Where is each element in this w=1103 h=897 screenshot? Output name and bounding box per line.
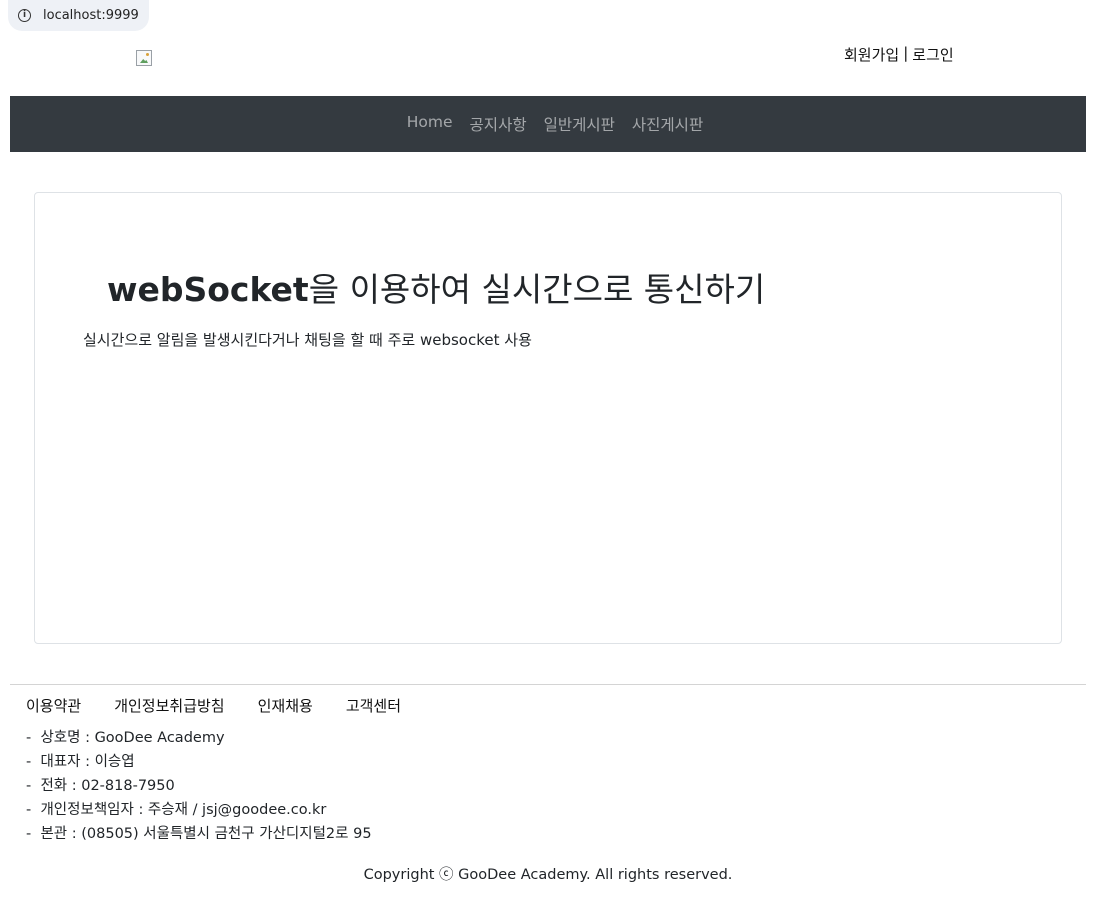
nav-photo-board[interactable]: 사진게시판 [623, 113, 711, 135]
main-navbar: Home 공지사항 일반게시판 사진게시판 [10, 96, 1086, 152]
page-title-rest: 을 이용하여 실시간으로 통신하기 [308, 270, 766, 309]
content-card: webSocket을 이용하여 실시간으로 통신하기 실시간으로 알림을 발생시… [34, 192, 1062, 644]
auth-separator: | [903, 44, 909, 62]
login-link[interactable]: 로그인 [912, 44, 953, 65]
company-ceo: 대표자 : 이승엽 [26, 752, 372, 776]
company-phone: 전화 : 02-818-7950 [26, 776, 372, 800]
footer-link-terms[interactable]: 이용약관 [26, 695, 81, 716]
nav-board[interactable]: 일반게시판 [535, 113, 623, 135]
page-title: webSocket을 이용하여 실시간으로 통신하기 [107, 263, 765, 311]
nav-notice[interactable]: 공지사항 [461, 113, 535, 135]
footer-link-careers[interactable]: 인재채용 [258, 695, 313, 716]
auth-links: 회원가입 | 로그인 [844, 44, 954, 65]
broken-image-icon [136, 50, 152, 66]
signup-link[interactable]: 회원가입 [844, 44, 899, 65]
page-subtitle: 실시간으로 알림을 발생시킨다거나 채팅을 할 때 주로 websocket 사… [83, 331, 532, 349]
company-name: 상호명 : GooDee Academy [26, 728, 372, 752]
footer-link-privacy[interactable]: 개인정보취급방침 [114, 695, 224, 716]
page-title-bold: webSocket [107, 270, 309, 309]
footer-link-support[interactable]: 고객센터 [346, 695, 401, 716]
address-bar[interactable]: i localhost:9999 [8, 0, 149, 31]
nav-home[interactable]: Home [398, 113, 461, 131]
footer-divider [10, 684, 1086, 685]
company-address: 본관 : (08505) 서울특별시 금천구 가산디지털2로 95 [26, 824, 371, 848]
footer-links: 이용약관 개인정보취급방침 인재채용 고객센터 [26, 695, 401, 716]
company-info: 상호명 : GooDee Academy 대표자 : 이승엽 전화 : 02-8… [26, 728, 372, 848]
url-text: localhost:9999 [43, 8, 139, 23]
copyright: Copyright ⓒ GooDee Academy. All rights r… [363, 867, 733, 883]
company-privacy-officer: 개인정보책임자 : 주승재 / jsj@goodee.co.kr [26, 800, 372, 824]
info-icon[interactable]: i [18, 9, 31, 22]
